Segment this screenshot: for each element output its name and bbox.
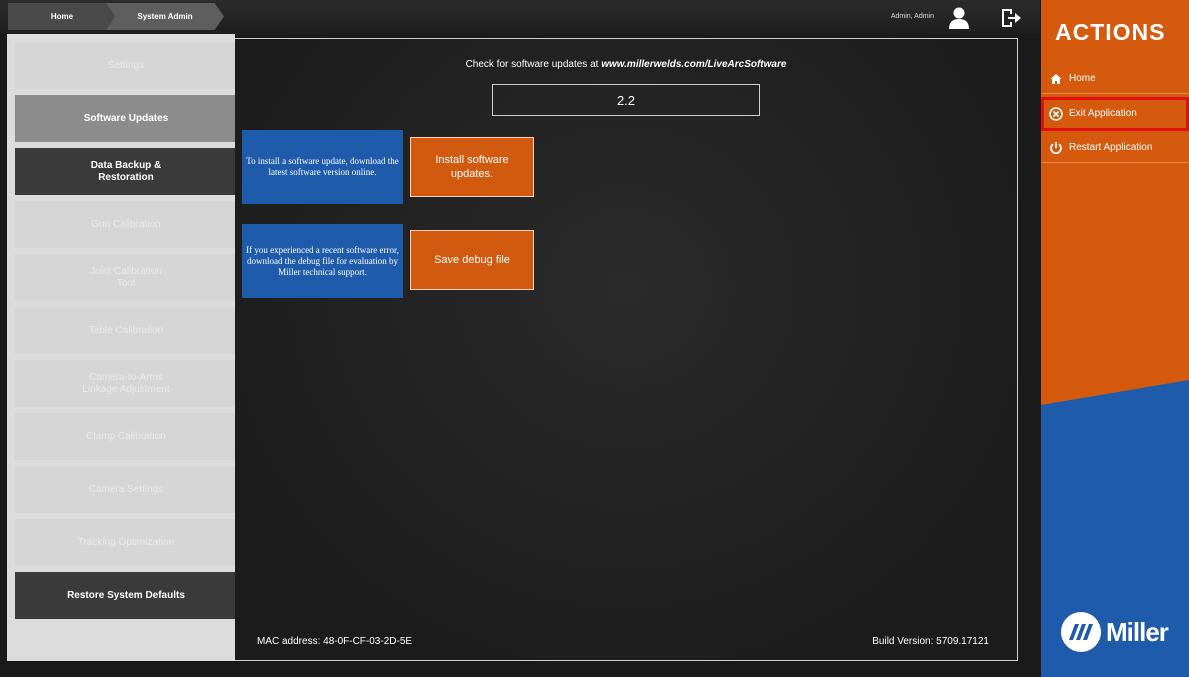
actions-title: ACTIONS [1055, 19, 1166, 45]
miller-logo-text: Miller [1106, 616, 1169, 647]
sidebar-item-settings: Settings [15, 42, 237, 89]
app-window: Home System Admin Admin, Admin Settings … [0, 0, 1189, 677]
action-exit-application[interactable]: Exit Application [1041, 97, 1189, 131]
user-icon[interactable] [948, 7, 970, 29]
update-url: www.millerwelds.com/LiveArcSoftware [601, 59, 787, 70]
sidebar: Settings Software Updates Data Backup & … [7, 34, 237, 661]
action-exit-label: Exit Application [1069, 108, 1137, 119]
update-heading-text: Check for software updates at [465, 59, 602, 70]
action-restart-application[interactable]: Restart Application [1041, 133, 1189, 163]
sidebar-item-joint-calibration: Joint Calibration Tool [15, 254, 237, 301]
update-heading: Check for software updates at www.miller… [235, 59, 1017, 70]
version-display: 2.2 [492, 84, 760, 116]
main-panel: Check for software updates at www.miller… [235, 38, 1018, 661]
sidebar-item-software-updates[interactable]: Software Updates [15, 95, 237, 142]
sidebar-item-camera-settings: Camera Settings [15, 466, 237, 513]
power-icon [1049, 141, 1063, 155]
install-updates-button[interactable]: Install software updates. [410, 137, 534, 197]
action-restart-label: Restart Application [1069, 142, 1153, 153]
sidebar-item-restore-defaults[interactable]: Restore System Defaults [15, 572, 237, 619]
sidebar-item-tracking-optimization: Tracking Optimization [15, 519, 237, 566]
sidebar-item-data-backup[interactable]: Data Backup & Restoration [15, 148, 237, 195]
sidebar-item-camera-linkage: Camera-to-Arms Linkage Adjustment [15, 360, 237, 407]
close-circle-icon [1049, 106, 1063, 121]
debug-info-box: If you experienced a recent software err… [242, 224, 403, 298]
user-name: Admin, Admin [890, 13, 934, 20]
top-bar: Home System Admin Admin, Admin [0, 0, 1040, 34]
mac-address: MAC address: 48-0F-CF-03-2D-5E [257, 636, 413, 647]
breadcrumb-home[interactable]: Home [8, 3, 116, 30]
breadcrumb-system-admin[interactable]: System Admin [106, 3, 224, 30]
home-icon [1049, 72, 1063, 86]
sidebar-item-clamp-calibration: Clamp Calibration [15, 413, 237, 460]
miller-logo: Miller [1060, 612, 1169, 652]
action-home-label: Home [1069, 73, 1096, 84]
actions-panel: ACTIONS Home Exit Application Restart Ap… [1041, 0, 1189, 677]
miller-logo-icon [1061, 612, 1101, 652]
save-debug-button[interactable]: Save debug file [410, 230, 534, 290]
build-version: Build Version: 5709.17121 [872, 636, 989, 647]
install-info-box: To install a software update, download t… [242, 130, 403, 204]
sidebar-item-table-calibration: Table Calibration [15, 307, 237, 354]
sidebar-item-gun-calibration: Gun Calibration [15, 201, 237, 248]
action-home[interactable]: Home [1041, 64, 1189, 94]
logout-icon[interactable] [999, 6, 1023, 30]
